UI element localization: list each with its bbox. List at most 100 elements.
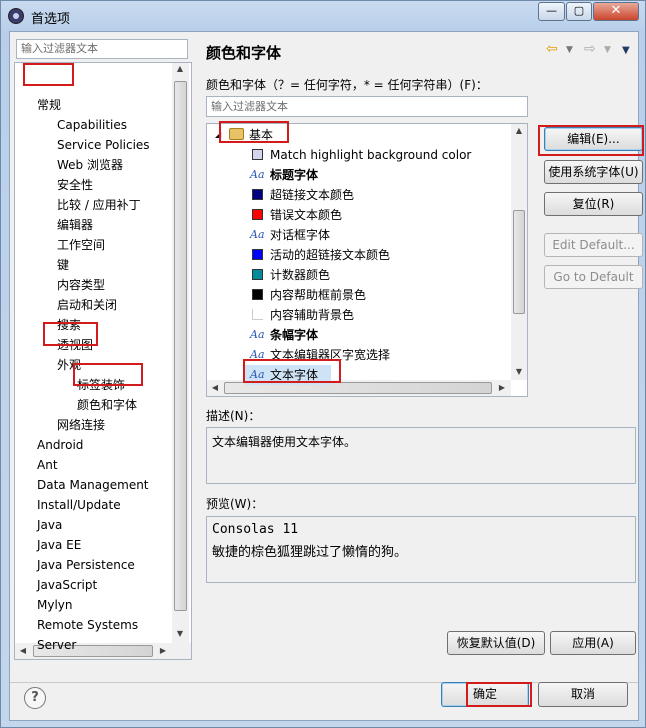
description-box: 文本编辑器使用文本字体。 (206, 427, 636, 484)
page-title: 颜色和字体 (206, 44, 282, 62)
tree-filter-input[interactable]: 输入过滤器文本 (16, 39, 188, 59)
color-font-item[interactable]: 内容帮助框前景色 (207, 285, 509, 305)
apply-button[interactable]: 应用(A) (550, 631, 636, 655)
highlight-basic (219, 121, 289, 143)
color-font-item[interactable]: 活动的超链接文本颜色 (207, 245, 509, 265)
font-icon: Aa (250, 328, 265, 341)
colors-fonts-tree[interactable]: ◢ 基本 ▲ ▼ ◀ ▶ Match highlight background … (206, 123, 528, 397)
color-font-item[interactable]: Aa 条幅字体 (207, 325, 509, 345)
tree-item[interactable]: Service Policies (57, 135, 150, 155)
tree-item[interactable]: 内容类型 (57, 275, 105, 295)
color-swatch (252, 249, 263, 260)
minimize-button[interactable]: — (538, 2, 565, 21)
highlight-general (23, 63, 74, 86)
description-text: 文本编辑器使用文本字体。 (212, 435, 357, 449)
list-scroll-left-icon[interactable]: ◀ (208, 383, 222, 392)
scroll-left-arrow-icon[interactable]: ◀ (16, 646, 30, 655)
color-font-item-label: 条幅字体 (270, 328, 319, 342)
tree-item[interactable]: 编辑器 (57, 215, 93, 235)
description-label: 描述(N)： (206, 409, 261, 423)
preview-box: Consolas 11 敏捷的棕色狐狸跳过了懒惰的狗。 (206, 516, 636, 583)
forward-arrow-icon[interactable]: ⇨ (584, 41, 596, 57)
tree-vertical-scrollbar[interactable]: ▲ ▼ (172, 63, 189, 643)
back-arrow-icon[interactable]: ⇦ (546, 41, 558, 57)
highlight-text-font (243, 359, 341, 383)
tree-item[interactable]: Java Persistence (37, 555, 135, 575)
color-swatch (252, 269, 263, 280)
tree-item[interactable]: Server (37, 635, 76, 655)
scroll-right-arrow-icon[interactable]: ▶ (156, 646, 170, 655)
color-font-item[interactable]: 错误文本颜色 (207, 205, 509, 225)
tree-item[interactable]: Ant (37, 455, 58, 475)
tree-item[interactable]: 安全性 (57, 175, 93, 195)
reset-button[interactable]: 复位(R) (544, 192, 643, 216)
forward-menu-chevron-icon[interactable]: ▼ (604, 45, 611, 55)
color-font-item[interactable]: 内容辅助背景色 (207, 305, 509, 325)
tree-item[interactable]: Android (37, 435, 83, 455)
tree-item[interactable]: 启动和关闭 (57, 295, 117, 315)
edit-default-button[interactable]: Edit Default... (544, 233, 643, 257)
list-vertical-scrollbar[interactable]: ▲ ▼ (511, 124, 527, 380)
scroll-up-arrow-icon[interactable]: ▲ (173, 64, 187, 73)
tree-item[interactable]: Install/Update (37, 495, 121, 515)
restore-defaults-button[interactable]: 恢复默认值(D) (447, 631, 545, 655)
view-menu-icon[interactable]: ▼ (622, 45, 630, 56)
tree-item[interactable]: Data Management (37, 475, 149, 495)
preferences-window: 首选项 — ▢ ✕ 输入过滤器文本 ▲ ▼ ◀ ▶ 常规 Capabilities… (0, 0, 646, 728)
list-scroll-up-icon[interactable]: ▲ (512, 126, 526, 135)
color-font-item[interactable]: Aa 标题字体 (207, 165, 509, 185)
tree-item[interactable]: Web 浏览器 (57, 155, 123, 175)
font-icon: Aa (250, 168, 265, 181)
list-filter-input[interactable]: 输入过滤器文本 (206, 96, 528, 117)
close-button[interactable]: ✕ (593, 2, 639, 21)
color-font-item-label: 计数器颜色 (270, 268, 331, 282)
color-swatch (252, 309, 263, 320)
tree-item[interactable]: Mylyn (37, 595, 73, 615)
go-to-default-button[interactable]: Go to Default (544, 265, 643, 289)
back-menu-chevron-icon[interactable]: ▼ (566, 45, 573, 55)
color-font-item-label: 对话框字体 (270, 228, 331, 242)
preferences-tree[interactable]: ▲ ▼ ◀ ▶ 常规 Capabilities Service Policies We… (14, 62, 192, 660)
color-swatch (252, 189, 263, 200)
list-scroll-down-icon[interactable]: ▼ (512, 367, 526, 376)
color-swatch (252, 149, 263, 160)
preview-sample-text: 敏捷的棕色狐狸跳过了懒惰的狗。 (212, 545, 408, 560)
list-scroll-right-icon[interactable]: ▶ (495, 383, 509, 392)
color-swatch (252, 209, 263, 220)
colors-fonts-page: 颜色和字体 ⇦ ▼ ⇨ ▼ ▼ 颜色和字体（？= 任何字符，* = 任何字符串）… (196, 32, 644, 682)
color-font-item[interactable]: Match highlight background color (207, 145, 509, 165)
use-system-font-button[interactable]: 使用系统字体(U) (544, 160, 643, 184)
eclipse-app-icon (8, 8, 24, 24)
tree-item[interactable]: JavaScript (37, 575, 97, 595)
color-font-item[interactable]: Aa 对话框字体 (207, 225, 509, 245)
tree-item[interactable]: Java (37, 515, 62, 535)
maximize-button[interactable]: ▢ (566, 2, 592, 21)
tree-item[interactable]: Terminal (37, 655, 88, 659)
tree-item[interactable]: Capabilities (57, 115, 127, 135)
color-font-item-label: Match highlight background color (270, 148, 472, 162)
tree-scroll-thumb[interactable] (174, 81, 187, 611)
tree-item[interactable]: 网络连接 (57, 415, 105, 435)
color-swatch (252, 289, 263, 300)
tree-item[interactable]: 比较 / 应用补丁 (57, 195, 141, 215)
help-icon[interactable]: ? (24, 687, 46, 709)
close-icon: ✕ (610, 3, 622, 18)
list-scroll-thumb[interactable] (513, 210, 525, 314)
highlight-ok-button (466, 682, 532, 707)
color-font-item-label: 错误文本颜色 (270, 208, 343, 222)
tree-item[interactable]: 颜色和字体 (77, 395, 137, 415)
dialog-footer: ? 确定 取消 (10, 682, 640, 722)
color-font-item-label: 标题字体 (270, 168, 319, 182)
scroll-down-arrow-icon[interactable]: ▼ (173, 629, 187, 638)
tree-item[interactable]: Remote Systems (37, 615, 138, 635)
cancel-button[interactable]: 取消 (538, 682, 628, 707)
highlight-appearance (43, 322, 98, 346)
color-font-item[interactable]: 超链接文本颜色 (207, 185, 509, 205)
tree-item[interactable]: Java EE (37, 535, 81, 555)
color-font-item[interactable]: 计数器颜色 (207, 265, 509, 285)
tree-item[interactable]: 键 (57, 255, 69, 275)
minimize-icon: — (546, 4, 557, 17)
tree-item[interactable]: 常规 (37, 95, 61, 115)
tree-item[interactable]: 工作空间 (57, 235, 105, 255)
highlight-colors-fonts (73, 363, 143, 386)
